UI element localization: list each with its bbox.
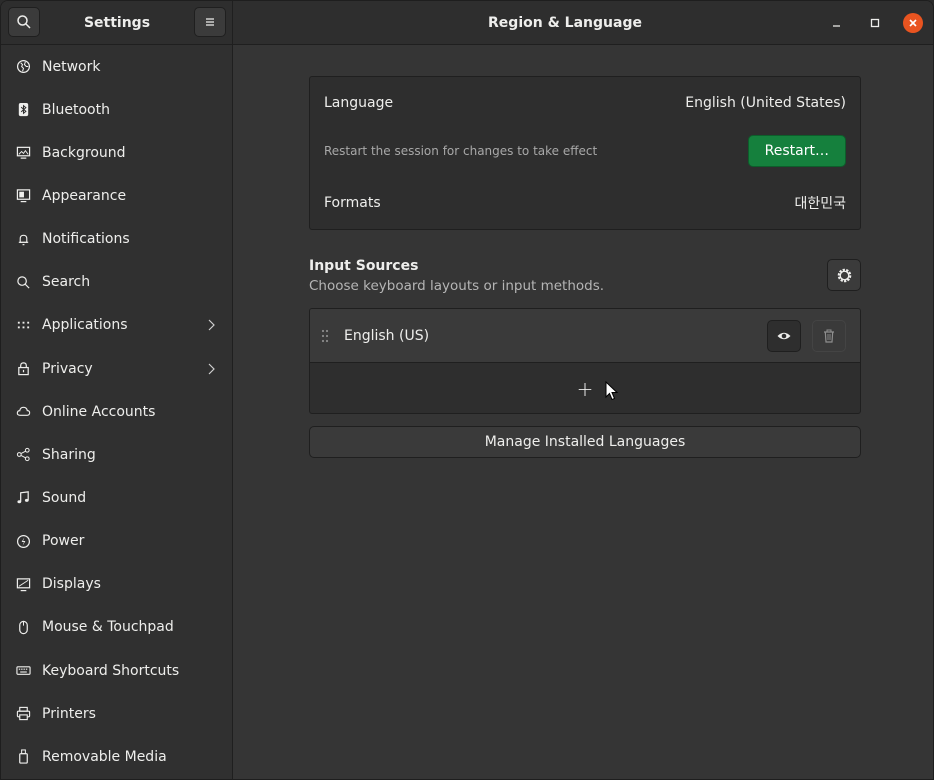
mouse-cursor-icon — [605, 381, 619, 401]
sidebar-item-mouse-touchpad[interactable]: Mouse & Touchpad — [1, 606, 232, 649]
search-icon — [17, 15, 31, 29]
sidebar-item-label: Printers — [42, 705, 96, 722]
sidebar-item-sound[interactable]: Sound — [1, 476, 232, 519]
restart-button[interactable]: Restart… — [747, 135, 846, 167]
maximize-button[interactable] — [865, 13, 885, 33]
settings-title: Settings — [83, 15, 151, 31]
close-icon — [909, 19, 917, 27]
sidebar-item-label: Sound — [42, 489, 87, 506]
sidebar-header: Settings — [1, 1, 233, 45]
sidebar-item-label: Network — [42, 58, 101, 75]
chevron-right-icon — [208, 363, 215, 374]
language-label: Language — [324, 95, 394, 111]
input-sources-subtitle: Choose keyboard layouts or input methods… — [309, 278, 605, 294]
background-icon — [15, 145, 31, 161]
maximize-icon — [870, 18, 880, 28]
close-button[interactable] — [903, 13, 923, 33]
restart-note: Restart the session for changes to take … — [324, 144, 598, 158]
sidebar-item-label: Bluetooth — [42, 101, 110, 118]
sidebar-item-label: Displays — [42, 576, 101, 593]
sidebar-item-label: Notifications — [42, 231, 130, 248]
gear-icon — [837, 268, 851, 282]
power-icon — [15, 533, 31, 549]
input-sources-header: Input Sources Choose keyboard layouts or… — [309, 258, 604, 294]
sidebar-item-keyboard-shortcuts[interactable]: Keyboard Shortcuts — [1, 649, 232, 692]
search-button[interactable] — [8, 7, 40, 37]
trash-icon — [824, 329, 834, 343]
restart-row: Restart the session for changes to take … — [310, 129, 860, 173]
preview-button[interactable] — [767, 320, 801, 352]
keyboard-icon — [15, 663, 31, 679]
manage-installed-languages-button[interactable]: Manage Installed Languages — [309, 426, 861, 458]
sidebar-item-label: Power — [42, 533, 85, 550]
formats-value: 대한민국 — [794, 196, 846, 212]
music-note-icon — [15, 490, 31, 506]
language-card: Language English (United States) Restart… — [309, 76, 861, 230]
formats-label: Formats — [324, 195, 381, 211]
sidebar-item-label: Online Accounts — [42, 403, 156, 420]
eye-icon — [777, 332, 791, 340]
chevron-right-icon — [208, 319, 215, 331]
main-content: Language English (United States) Restart… — [233, 45, 933, 779]
main-header: Region & Language — [233, 1, 933, 45]
printer-icon — [15, 706, 31, 722]
share-icon — [15, 447, 31, 463]
input-sources-title: Input Sources — [309, 258, 419, 274]
sidebar-item-label: Privacy — [42, 360, 93, 377]
sidebar-item-label: Background — [42, 144, 126, 161]
sidebar-item-background[interactable]: Background — [1, 131, 232, 174]
sidebar-item-printers[interactable]: Printers — [1, 692, 232, 735]
network-icon — [15, 59, 31, 75]
language-value: English (United States) — [685, 95, 846, 111]
add-icon: + — [576, 377, 594, 401]
minimize-icon — [833, 25, 840, 27]
sidebar-item-bluetooth[interactable]: Bluetooth — [1, 88, 232, 131]
search-icon — [15, 274, 31, 290]
cloud-icon — [15, 404, 31, 420]
formats-row[interactable]: Formats 대한민국 — [310, 177, 860, 229]
remove-button[interactable] — [812, 320, 846, 352]
sidebar: Network Bluetooth Background Appearance … — [1, 45, 233, 779]
applications-icon — [15, 317, 31, 333]
hamburger-icon — [206, 18, 214, 26]
settings-window: Settings Region & Language Network Bluet… — [0, 0, 934, 780]
language-row[interactable]: Language English (United States) — [310, 77, 860, 129]
sidebar-item-online-accounts[interactable]: Online Accounts — [1, 390, 232, 433]
input-sources-list: English (US) + — [309, 308, 861, 414]
list-item[interactable]: English (US) — [310, 309, 860, 362]
sidebar-item-removable-media[interactable]: Removable Media — [1, 735, 232, 778]
sidebar-item-label: Appearance — [42, 187, 127, 204]
sidebar-item-displays[interactable]: Displays — [1, 563, 232, 606]
minimize-button[interactable] — [827, 13, 847, 33]
privacy-icon — [15, 361, 31, 377]
sidebar-item-appearance[interactable]: Appearance — [1, 174, 232, 217]
add-input-source-button[interactable]: + — [310, 362, 860, 413]
drag-handle-icon[interactable] — [318, 329, 332, 343]
sidebar-item-search[interactable]: Search — [1, 261, 232, 304]
input-options-button[interactable] — [827, 259, 861, 291]
appearance-icon — [15, 188, 31, 204]
usb-drive-icon — [15, 749, 31, 765]
sidebar-item-label: Search — [42, 274, 91, 291]
sidebar-item-privacy[interactable]: Privacy — [1, 347, 232, 390]
menu-button[interactable] — [194, 7, 226, 37]
sidebar-item-notifications[interactable]: Notifications — [1, 218, 232, 261]
sidebar-item-label: Keyboard Shortcuts — [42, 662, 180, 679]
display-icon — [15, 576, 31, 592]
sidebar-item-label: Applications — [42, 317, 128, 334]
sidebar-item-label: Mouse & Touchpad — [42, 619, 174, 636]
input-source-label: English (US) — [344, 327, 430, 344]
sidebar-item-sharing[interactable]: Sharing — [1, 433, 232, 476]
sidebar-item-label: Removable Media — [42, 748, 167, 765]
sidebar-item-applications[interactable]: Applications — [1, 304, 232, 347]
notifications-icon — [15, 231, 31, 247]
sidebar-item-label: Sharing — [42, 446, 96, 463]
sidebar-item-network[interactable]: Network — [1, 45, 232, 88]
sidebar-item-power[interactable]: Power — [1, 520, 232, 563]
mouse-icon — [15, 619, 31, 635]
bluetooth-icon — [15, 102, 31, 118]
